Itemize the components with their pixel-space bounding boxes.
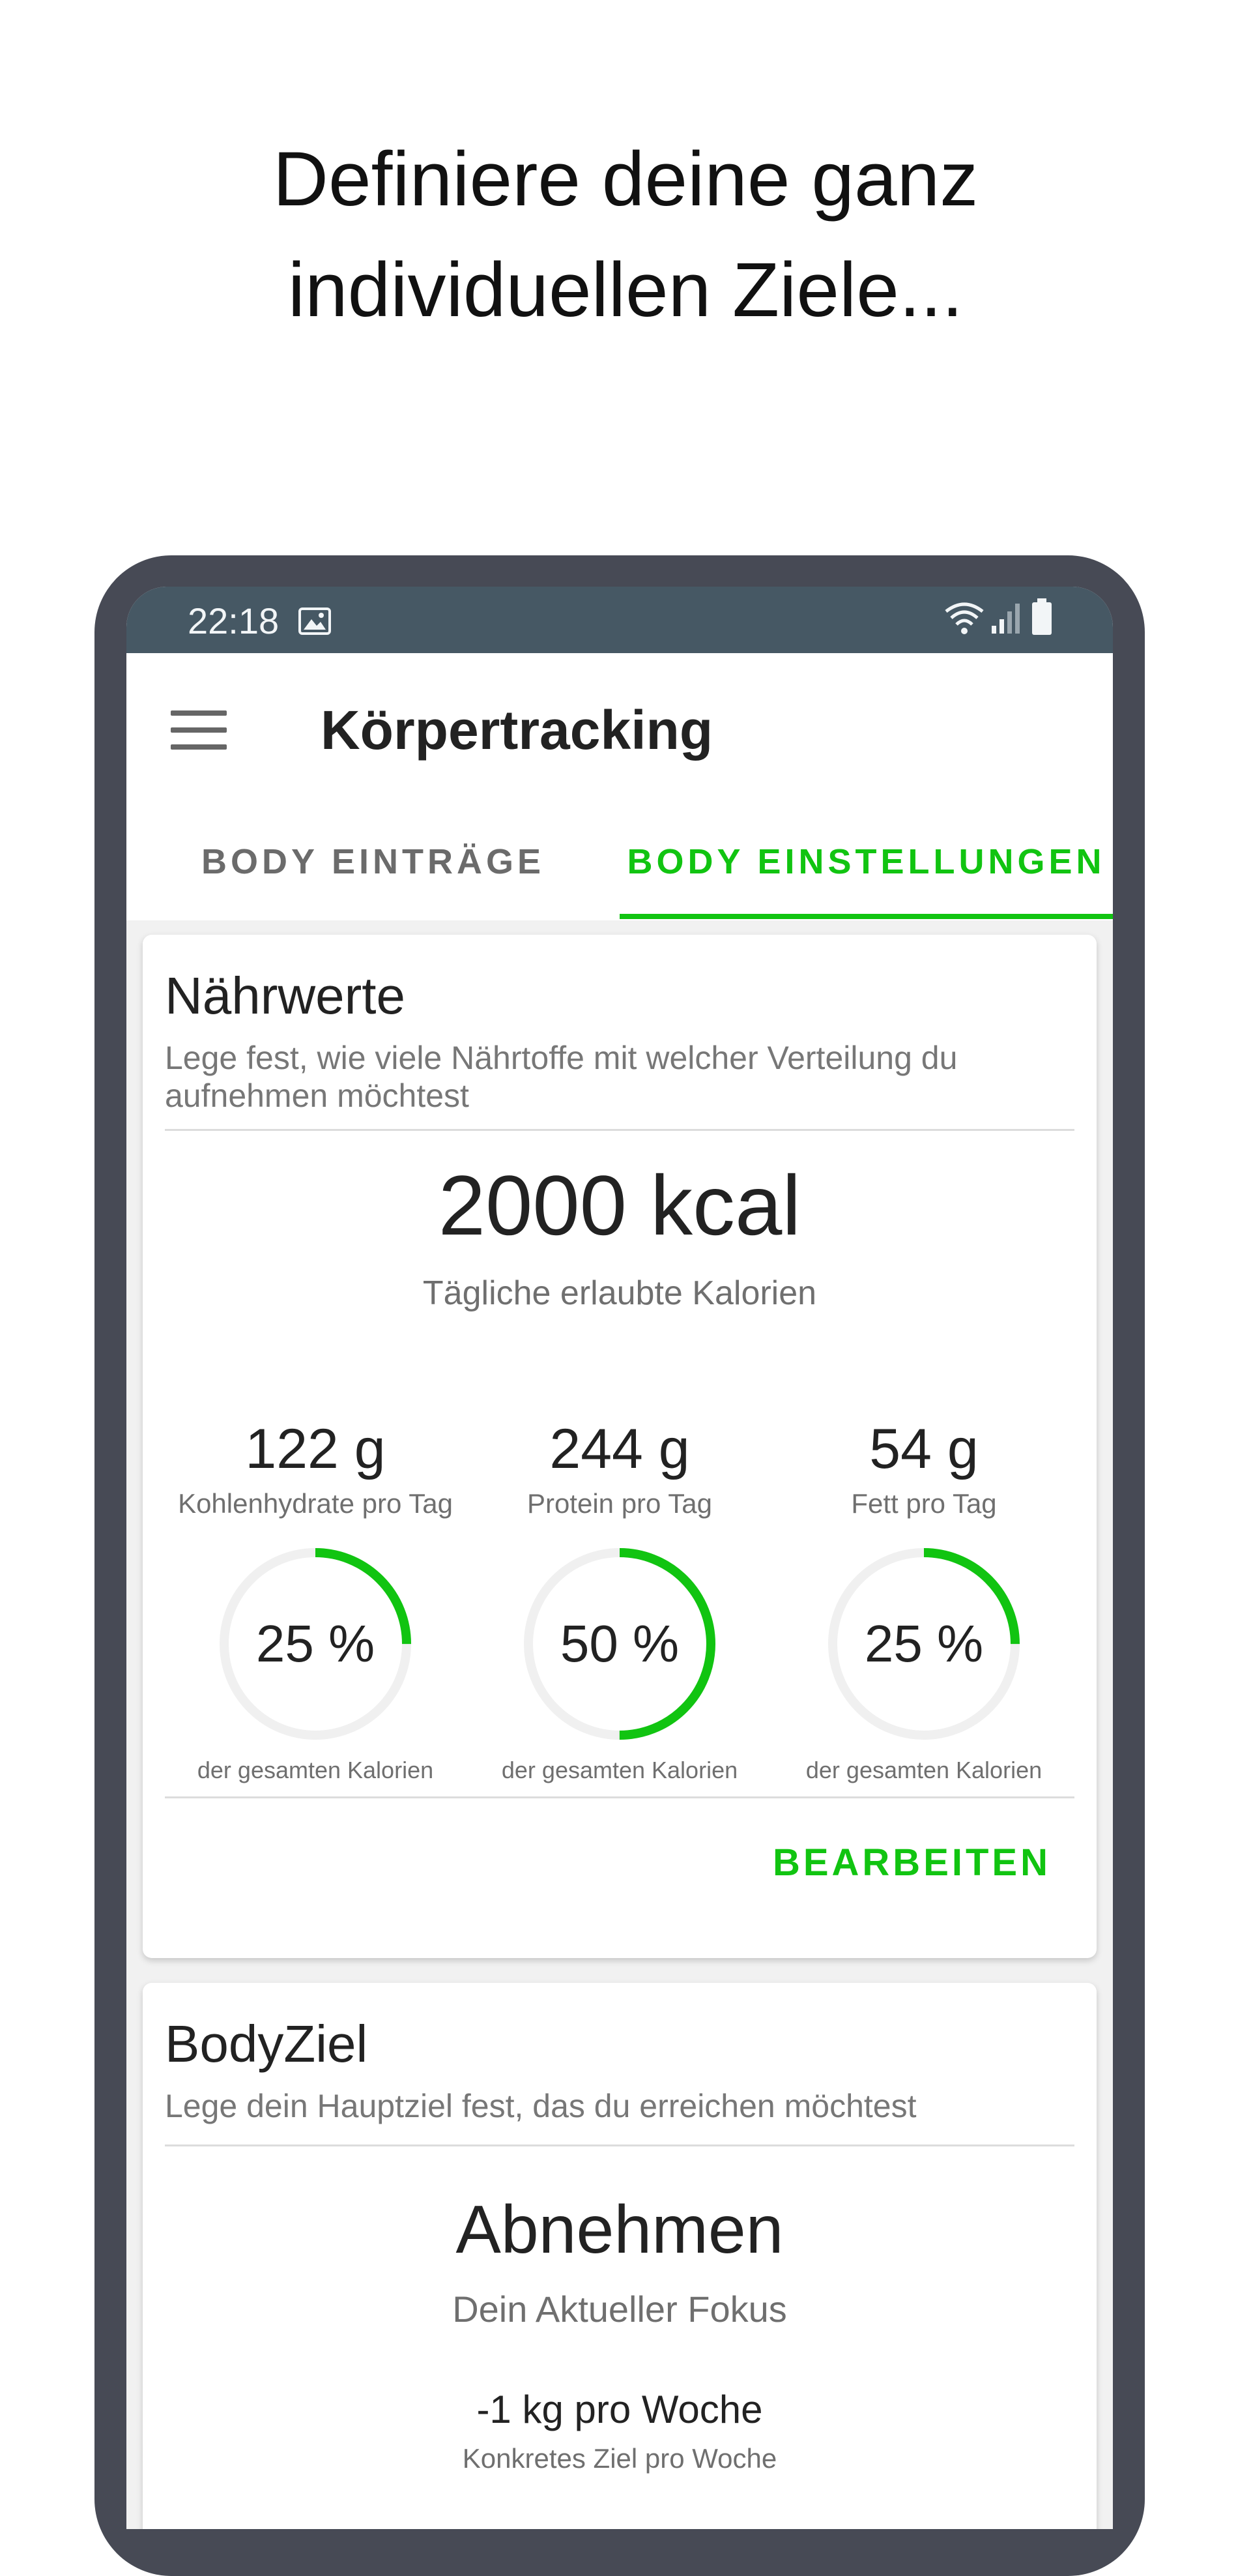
body-goal-card: BodyZiel Lege dein Hauptziel fest, das d… [143, 1983, 1097, 2529]
headline-line-2: individuellen Ziele... [287, 247, 964, 333]
macro-ring: 50 % [519, 1543, 721, 1745]
tab-body-einstellungen[interactable]: BODY EINSTELLUNGEN [620, 803, 1113, 920]
macro-ring: 25 % [823, 1543, 1025, 1745]
app-title: Körpertracking [321, 699, 713, 761]
goal-label: Dein Aktueller Fokus [452, 2289, 787, 2330]
body-goal-title: BodyZiel [165, 2015, 368, 2073]
image-icon [298, 607, 331, 635]
goal-value: Abnehmen [455, 2192, 784, 2268]
macro-sub-label: der gesamten Kalorien [197, 1757, 434, 1783]
tab-body-eintraege[interactable]: BODY EINTRÄGE [126, 803, 620, 920]
macro-grams: 54 g [869, 1418, 979, 1480]
calories-label: Tägliche erlaubte Kalorien [422, 1274, 817, 1312]
macro-label: Kohlenhydrate pro Tag [178, 1488, 453, 1519]
headline-line-1: Definiere deine ganz [272, 136, 979, 222]
macro-percent: 50 % [560, 1615, 680, 1673]
headline: Definiere deine ganz individuellen Ziele… [0, 124, 1251, 345]
macro-carbs: 122 g Kohlenhydrate pro Tag 25 % der ges… [164, 1417, 467, 1784]
macro-sub-label: der gesamten Kalorien [805, 1757, 1042, 1783]
settings-content: Nährwerte Lege fest, wie viele Nährtoffe… [126, 920, 1113, 2529]
status-time: 22:18 [188, 600, 280, 641]
nutrition-card: Nährwerte Lege fest, wie viele Nährtoffe… [143, 935, 1097, 1958]
battery-icon [1031, 598, 1053, 636]
macro-fat: 54 g Fett pro Tag 25 % der gesamten Kalo… [772, 1417, 1076, 1784]
phone-screen: 22:18 Körpertracking BODY EINTRÄGE BODY … [126, 587, 1113, 2529]
macro-sub-label: der gesamten Kalorien [501, 1757, 738, 1783]
edit-button[interactable]: BEARBEITEN [773, 1834, 1051, 1891]
macro-label: Fett pro Tag [851, 1488, 997, 1519]
wifi-icon [943, 600, 985, 636]
divider [165, 1129, 1074, 1131]
body-goal-description: Lege dein Hauptziel fest, das du erreich… [165, 2088, 917, 2124]
status-bar: 22:18 [126, 587, 1113, 653]
macro-percent: 25 % [255, 1615, 375, 1673]
nutrition-card-title: Nährwerte [165, 967, 406, 1025]
macro-protein: 244 g Protein pro Tag 50 % der gesamten … [468, 1417, 771, 1784]
menu-icon[interactable] [171, 710, 227, 750]
divider [165, 1796, 1074, 1798]
tab-bar: BODY EINTRÄGE BODY EINSTELLUNGEN [126, 803, 1113, 920]
signal-icon [990, 602, 1022, 635]
divider [165, 2144, 1074, 2146]
active-tab-indicator [620, 914, 1113, 919]
macro-grams: 122 g [245, 1418, 386, 1480]
weekly-goal-label: Konkretes Ziel pro Woche [462, 2443, 777, 2474]
macro-percent: 25 % [864, 1615, 984, 1673]
macro-ring: 25 % [214, 1543, 416, 1745]
macro-grams: 244 g [549, 1418, 690, 1480]
calories-value: 2000 kcal [438, 1158, 801, 1253]
app-bar: Körpertracking [126, 653, 1113, 803]
macro-label: Protein pro Tag [526, 1488, 713, 1519]
weekly-goal-value: -1 kg pro Woche [476, 2388, 763, 2431]
nutrition-card-description: Lege fest, wie viele Nährtoffe mit welch… [165, 1040, 958, 1114]
